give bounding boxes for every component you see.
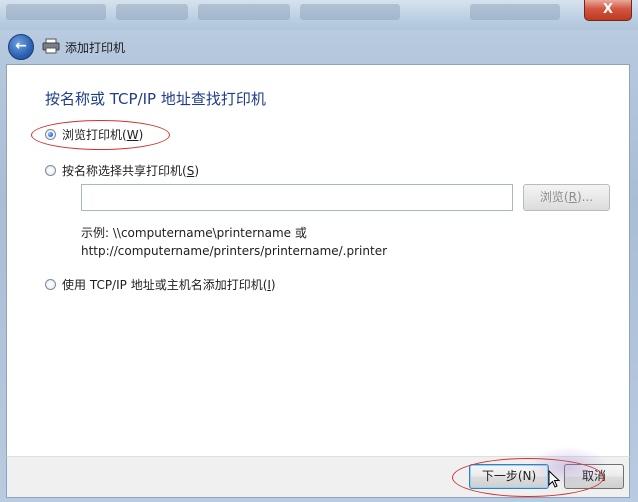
blurred-background-tab [470,4,560,20]
radio-button[interactable] [45,164,56,176]
example-line-1: 示例: \\computername\printername 或 [81,226,307,240]
watermark [528,446,608,486]
printer-icon [42,38,60,54]
blurred-background-tab [300,4,400,20]
wizard-content: 按名称或 TCP/IP 地址查找打印机 浏览打印机(W) 按名称选择共享打印机(… [6,64,630,458]
cursor-icon [548,470,560,488]
printer-name-input[interactable] [81,184,513,211]
example-line-2: http://computername/printers/printername… [81,244,388,258]
page-heading: 按名称或 TCP/IP 地址查找打印机 [45,90,266,108]
radio-button[interactable] [45,278,56,290]
option-label: 按名称选择共享打印机(S) [62,163,199,178]
window-title: 添加打印机 [65,41,126,55]
option-shared-printer[interactable]: 按名称选择共享打印机(S) [45,161,199,179]
back-arrow-icon[interactable]: ← [8,34,34,60]
navigation-bar: ← 添加打印机 [0,30,638,64]
close-button[interactable]: X [584,0,632,21]
option-label: 使用 TCP/IP 地址或主机名添加打印机(I) [62,277,276,292]
title-bar[interactable]: X [0,0,638,30]
browse-button[interactable]: 浏览(R)... [523,184,610,211]
annotation-ellipse [31,120,170,150]
blurred-background-tab [116,4,188,20]
blurred-background-tab [198,4,290,20]
window-frame: X ← 添加打印机 按名称或 TCP/IP 地址查找打印机 浏览打印机(W) 按… [0,0,638,502]
option-tcpip[interactable]: 使用 TCP/IP 地址或主机名添加打印机(I) [45,275,276,293]
blurred-background-tab [6,4,106,20]
example-text: 示例: \\computername\printername 或 http://… [81,224,387,260]
